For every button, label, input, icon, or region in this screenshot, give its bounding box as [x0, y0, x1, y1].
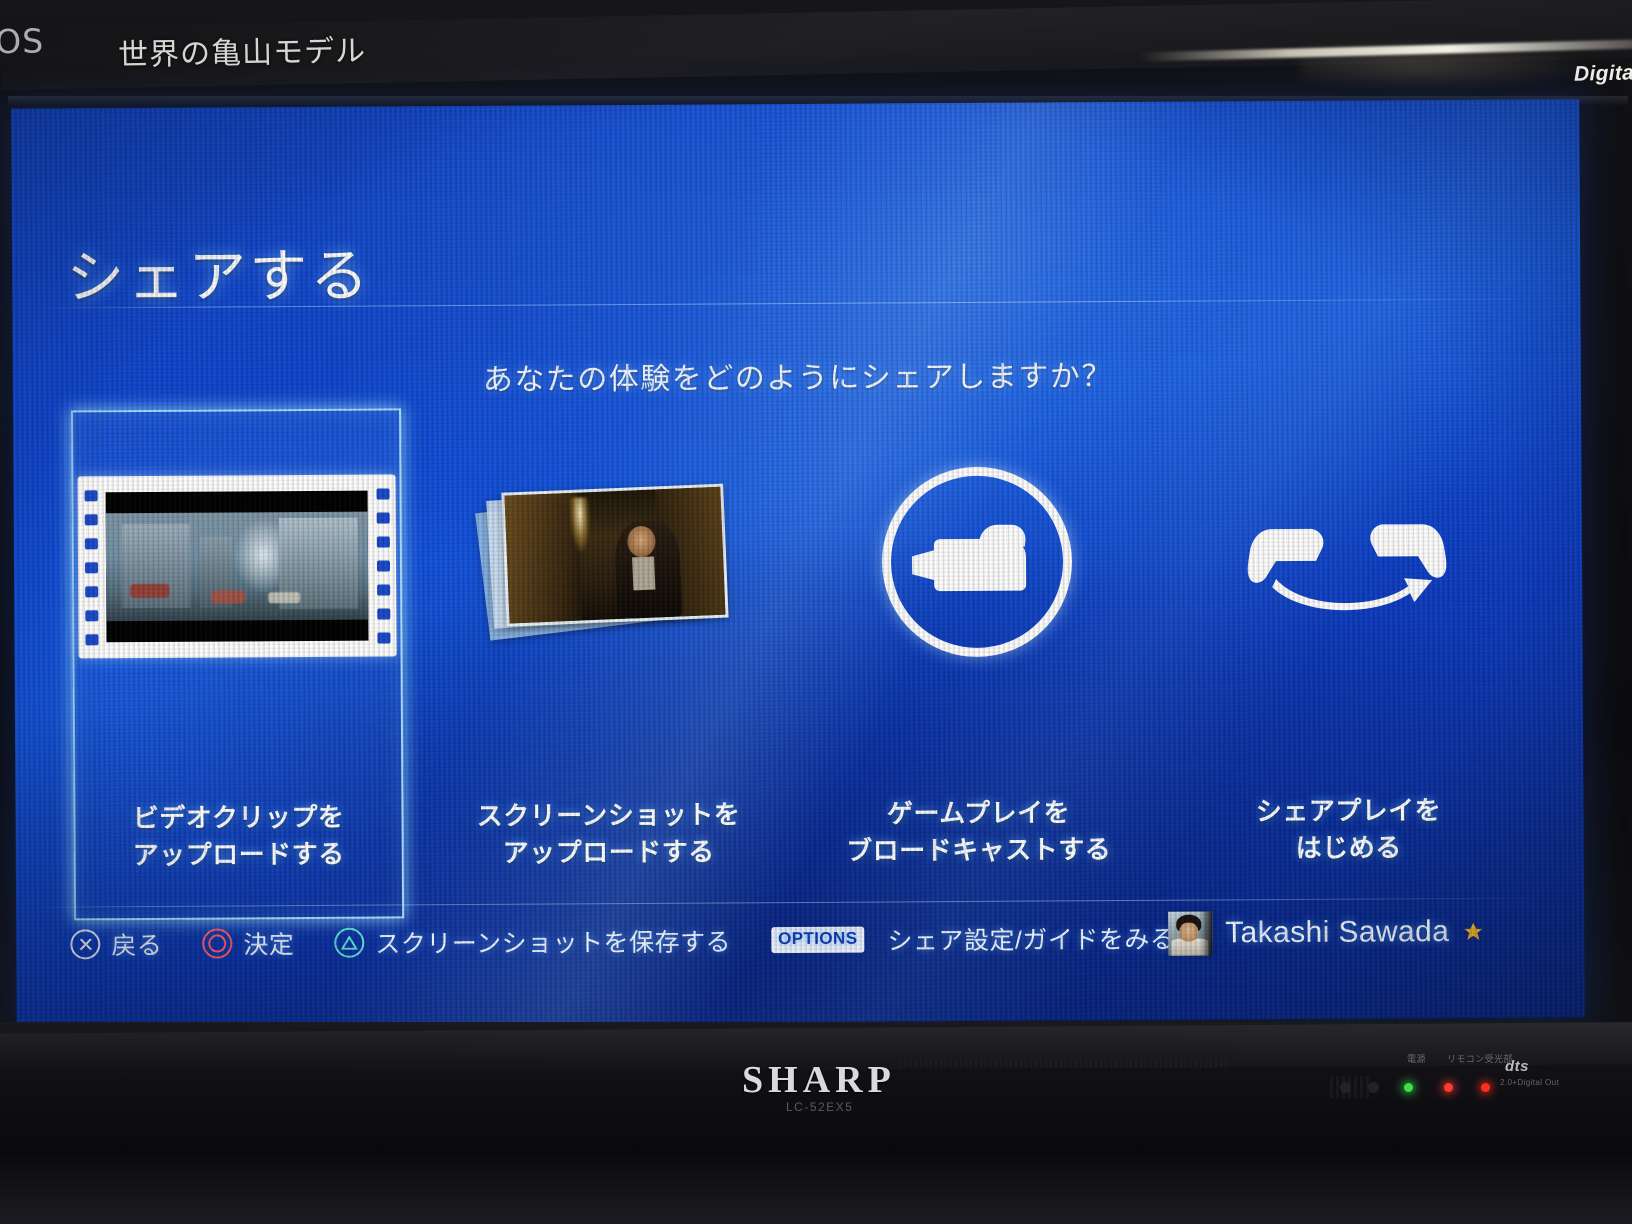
circle-button-icon	[202, 928, 233, 959]
share-option-label-line1: ゲームプレイを	[886, 797, 1071, 829]
ps4-share-menu: シェアする あなたの体験をどのようにシェアしますか？ ビデオクリップを アップロ…	[11, 99, 1585, 1027]
share-option-label: シェアプレイを はじめる	[1256, 792, 1442, 867]
tv-brand-tagline: 世界の亀山モデル	[117, 34, 367, 73]
share-option-label-line1: ビデオクリップを	[132, 801, 345, 834]
video-clip-thumbnail	[105, 490, 369, 643]
ambient-sensor-icon	[1368, 1082, 1379, 1093]
share-option-label-line2: はじめる	[1295, 832, 1402, 863]
hint-confirm-label: 決定	[243, 931, 295, 960]
share-option-label-line2: アップロードする	[132, 838, 345, 870]
film-perforations-left	[77, 476, 104, 658]
panel-label-power: 電源	[1407, 1054, 1426, 1064]
tv-photograph: UOS 世界の亀山モデル Digital シェアする あなたの体験をどのようにシ…	[0, 0, 1632, 1224]
hint-options-label: シェア設定/ガイドをみる	[887, 925, 1176, 956]
share-option-label-line2: ブロードキャストする	[846, 833, 1112, 866]
stand-reflection	[0, 1150, 1632, 1224]
hint-back-label: 戻る	[111, 931, 163, 961]
tv-model-number: LC-52EX5	[786, 1100, 854, 1114]
power-led-green	[1404, 1083, 1413, 1092]
hint-back[interactable]: 戻る	[70, 926, 162, 963]
film-perforations-right	[369, 474, 396, 656]
tv-brand-digital-label: Digital	[1573, 61, 1632, 86]
shareplay-controller-icon	[1161, 394, 1533, 726]
screenshot-front-layer	[501, 483, 729, 627]
current-user[interactable]: Takashi Sawada	[1168, 906, 1484, 960]
footer-hint-bar: 戻る 決定 スクリーンショットを保存する OPTIONS シェア設定/ガイドをみ…	[70, 913, 1215, 968]
film-strip-icon	[51, 400, 423, 732]
tv-screen: シェアする あなたの体験をどのようにシェアしますか？ ビデオクリップを アップロ…	[11, 99, 1585, 1027]
share-option-list: ビデオクリップを アップロードする スクリーンショットを アップロードする ゲー…	[51, 394, 1534, 963]
options-button-icon: OPTIONS	[771, 926, 865, 953]
playstation-plus-icon	[1462, 921, 1484, 943]
share-option-upload-screenshot[interactable]: スクリーンショットを アップロードする	[421, 398, 794, 960]
audio-logo: dts	[1505, 1058, 1529, 1075]
share-option-broadcast-gameplay[interactable]: ゲームプレイを ブロードキャストする	[791, 396, 1164, 958]
broadcast-camera-icon	[791, 396, 1163, 728]
hint-confirm[interactable]: 決定	[202, 925, 294, 962]
share-option-label-line2: アップロードする	[502, 836, 715, 868]
share-option-label: ゲームプレイを ブロードキャストする	[846, 794, 1111, 869]
screen-background: シェアする あなたの体験をどのようにシェアしますか？ ビデオクリップを アップロ…	[11, 99, 1585, 1027]
share-option-label-line1: スクリーンショットを	[476, 799, 741, 831]
tv-indicator-panel: 電源 リモコン受光部	[1355, 1048, 1615, 1108]
speaker-grille	[900, 1060, 1230, 1068]
cross-button-icon	[70, 929, 101, 960]
triangle-button-icon	[334, 927, 365, 958]
tv-brand-logo: UOS	[0, 21, 45, 62]
share-option-label-line1: シェアプレイを	[1255, 795, 1442, 827]
page-title: シェアする	[66, 243, 372, 311]
hint-save-screenshot[interactable]: スクリーンショットを保存する	[334, 922, 731, 960]
avatar	[1168, 911, 1213, 956]
share-option-start-shareplay[interactable]: シェアプレイを はじめる	[1161, 394, 1534, 956]
ir-receiver-icon	[1340, 1082, 1351, 1093]
audio-logo-sub: 2.0+Digital Out	[1500, 1078, 1560, 1087]
manufacturer-logo: SHARP	[742, 1059, 896, 1101]
share-option-label: スクリーンショットを アップロードする	[477, 796, 741, 871]
share-option-upload-video-clip[interactable]: ビデオクリップを アップロードする	[51, 400, 424, 962]
hint-save-screenshot-label: スクリーンショットを保存する	[375, 928, 732, 959]
hint-options[interactable]: OPTIONS シェア設定/ガイドをみる	[771, 920, 1175, 958]
panel-label-remote-sensor: リモコン受光部	[1447, 1054, 1513, 1064]
share-option-label: ビデオクリップを アップロードする	[132, 799, 345, 874]
status-led-red-2	[1481, 1083, 1490, 1092]
user-name: Takashi Sawada	[1225, 915, 1450, 950]
screenshot-stack-icon	[421, 398, 793, 730]
status-led-red-1	[1444, 1083, 1453, 1092]
